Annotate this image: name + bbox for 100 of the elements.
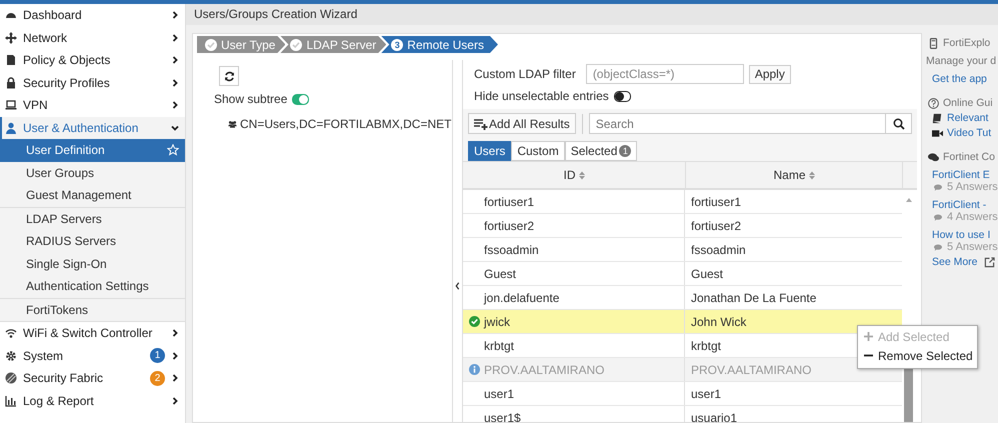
chevron-right-icon: [171, 352, 179, 360]
refresh-button[interactable]: [219, 66, 239, 86]
submenu-item[interactable]: LDAP Servers: [0, 208, 185, 230]
move-icon: [5, 32, 17, 44]
table-cell: Guest: [484, 266, 516, 280]
sidebar-item[interactable]: Log & Report: [0, 390, 185, 412]
lock-icon: [5, 76, 17, 89]
sidebar-item[interactable]: Security Profiles: [0, 72, 185, 94]
table-cell: Guest: [691, 266, 724, 280]
users-icon: [228, 120, 237, 128]
tab[interactable]: Users: [468, 141, 512, 161]
table-row[interactable]: jwick John Wick: [463, 310, 902, 334]
ldap-filter-field[interactable]: (objectClass=*): [586, 64, 744, 84]
answer-count: 5 Answers: [947, 241, 998, 253]
submenu-item[interactable]: Single Sign-On: [0, 252, 185, 275]
link[interactable]: FortiClient E: [932, 169, 990, 181]
chevron-right-icon: [171, 56, 179, 64]
sidebar-item[interactable]: Security Fabric 2: [0, 367, 185, 390]
column-header[interactable]: Name: [686, 162, 903, 188]
search-field[interactable]: Search: [588, 113, 886, 134]
search-icon[interactable]: [892, 118, 904, 130]
link[interactable]: Relevant: [947, 112, 988, 124]
wizard-step: User Type: [197, 36, 286, 53]
phone-icon: [928, 38, 939, 48]
sidebar-label: VPN: [23, 98, 49, 112]
answer-count: 5 Answers: [947, 181, 998, 193]
book-icon: [932, 112, 943, 124]
external-link-icon: [984, 256, 995, 268]
link[interactable]: FortiClient -: [932, 199, 986, 211]
link[interactable]: See More: [932, 256, 978, 268]
submenu-item[interactable]: Guest Management: [0, 184, 185, 206]
table-cell: krbtgt: [484, 338, 514, 352]
submenu-item[interactable]: User Definition: [0, 139, 185, 162]
toggle-switch[interactable]: [614, 90, 631, 102]
tree-node[interactable]: CN=Users,DC=FORTILABMX,DC=NET: [240, 117, 452, 131]
table-cell: fortiuser2: [691, 218, 742, 232]
table-cell: fortiuser1: [691, 194, 742, 208]
table-cell: PROV.AALTAMIRANO: [691, 362, 812, 376]
table-cell: usuario1: [691, 410, 738, 422]
sidebar-label: System: [23, 348, 64, 363]
toggle-switch[interactable]: [292, 94, 310, 104]
refresh-icon[interactable]: [224, 70, 234, 82]
sidebar-label: WiFi & Switch Controller: [23, 326, 154, 340]
comment-icon: [934, 244, 942, 250]
table-cell: fssoadmin: [484, 242, 539, 256]
link[interactable]: How to use I: [932, 229, 990, 241]
chat-icon: [928, 152, 939, 162]
wifi-icon: [5, 327, 17, 340]
submenu-item[interactable]: Authentication Settings: [0, 275, 185, 298]
chevron-right-icon: [171, 11, 179, 20]
table-cell: jon.delafuente: [484, 290, 560, 304]
chevron-right-icon: [171, 329, 179, 338]
wizard-step: 3 Remote Users: [381, 36, 498, 53]
add-all-button[interactable]: Add All Results: [468, 113, 576, 134]
sidebar-item[interactable]: Network: [0, 26, 185, 49]
sidebar-label: Policy & Objects: [23, 53, 112, 68]
link[interactable]: Video Tut: [947, 127, 992, 139]
collapse-icon[interactable]: [455, 282, 460, 290]
sidebar-item[interactable]: VPN: [0, 94, 185, 116]
comment-icon: [934, 184, 942, 190]
table-cell: jwick: [484, 314, 510, 328]
sidebar-item[interactable]: Dashboard: [0, 4, 185, 26]
star-icon[interactable]: [167, 144, 179, 156]
chevron-right-icon: [171, 374, 179, 382]
sidebar-label: Network: [23, 30, 68, 45]
chevron-right-icon: [171, 78, 179, 87]
column-header[interactable]: ID: [463, 162, 686, 188]
submenu-item[interactable]: RADIUS Servers: [0, 230, 185, 252]
sort-icon[interactable]: [578, 170, 584, 180]
page-title: Users/Groups Creation Wizard: [186, 4, 998, 25]
question-icon: [928, 98, 939, 108]
table-cell: user1: [484, 386, 514, 400]
section-title: Fortinet Co: [943, 151, 995, 163]
field-label: Custom LDAP filter: [474, 67, 576, 81]
table-cell: John Wick: [691, 314, 746, 328]
gear-icon: [5, 350, 17, 362]
sidebar-label: Log & Report: [23, 394, 95, 408]
section-title: FortiExplo: [943, 37, 990, 49]
tab[interactable]: Selected 1: [564, 141, 638, 161]
sidebar-item[interactable]: WiFi & Switch Controller: [0, 322, 185, 344]
step-number: 3: [391, 38, 404, 50]
link[interactable]: Get the app: [932, 73, 987, 85]
apply-button[interactable]: Apply: [748, 64, 791, 84]
sidebar-item[interactable]: System 1: [0, 344, 185, 367]
tab[interactable]: Custom: [511, 141, 565, 161]
submenu-item[interactable]: FortiTokens: [0, 298, 185, 321]
search-button[interactable]: [886, 113, 912, 134]
comment-icon: [934, 214, 942, 220]
sidebar-item[interactable]: Policy & Objects: [0, 49, 185, 72]
table-cell: user1$: [484, 410, 521, 422]
table-cell: krbtgt: [691, 338, 722, 352]
sort-icon[interactable]: [808, 170, 814, 180]
document-icon: [5, 54, 17, 66]
table-cell: user1: [691, 386, 722, 400]
bar-chart-icon: [5, 394, 17, 407]
sidebar-item[interactable]: User & Authentication: [0, 116, 185, 139]
sidebar-label: Security Fabric: [23, 371, 104, 386]
list-add-icon[interactable]: [474, 118, 488, 130]
toggle-label: Hide unselectable entries: [474, 89, 609, 103]
submenu-item[interactable]: User Groups: [0, 162, 185, 184]
